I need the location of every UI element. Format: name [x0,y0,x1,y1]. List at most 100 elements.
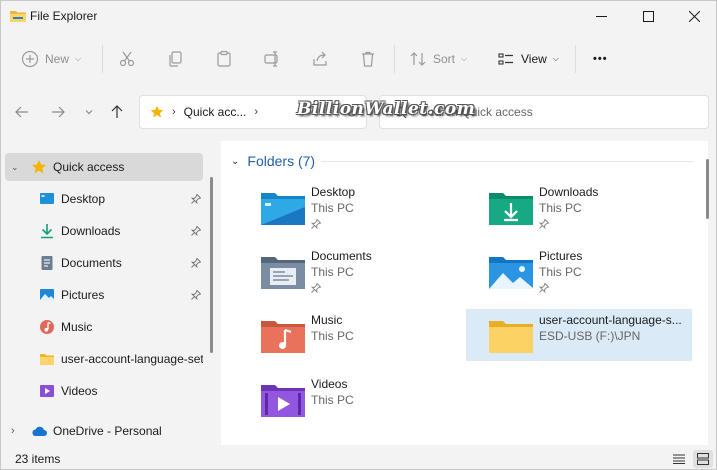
folder-location: This PC [311,329,354,343]
large-icons-view-button[interactable] [693,450,713,468]
sidebar-item-downloads[interactable]: Downloads [5,217,203,245]
sidebar-item-label: Downloads [61,224,121,238]
arrow-left-icon [15,106,28,118]
copy-button[interactable] [167,45,185,73]
folder-tile-downloads[interactable]: Downloads This PC [469,181,695,233]
sidebar-item-label: Music [61,320,93,334]
paste-icon [217,50,231,67]
paste-button[interactable] [215,45,233,73]
maximize-button[interactable] [625,1,671,31]
folder-tile-pictures[interactable]: Pictures This PC [469,245,695,297]
sidebar-item-onedrive[interactable]: › OneDrive - Personal [5,417,203,445]
divider [102,45,103,73]
navigation-pane: ⌄ Quick access Desktop Downloads Documen… [1,147,211,445]
chevron-down-icon [85,110,93,115]
group-header[interactable]: ⌄ Folders (7) [231,153,315,169]
address-location[interactable]: Quick acc... [184,105,247,119]
sidebar-item-label: Pictures [61,288,105,302]
folder-name: Pictures [539,249,583,263]
content-scrollbar[interactable] [706,159,709,219]
details-view-icon [673,454,685,464]
folder-location: This PC [311,265,354,279]
folder-tile-videos[interactable]: Videos This PC [241,373,467,425]
item-count: 23 items [15,452,61,466]
maximize-icon [642,10,654,22]
share-icon [313,51,327,66]
recent-locations-button[interactable] [78,100,100,124]
breadcrumb-separator-icon[interactable]: › [254,106,258,118]
folder-location: This PC [539,265,582,279]
pin-icon [311,219,321,229]
copy-icon [169,51,182,67]
status-bar: 23 items [1,447,716,469]
forward-button[interactable] [47,100,69,124]
folder-tile-user-account-language[interactable]: user-account-language-s... ESD-USB (F:)\… [466,309,692,361]
close-icon [688,10,700,22]
rename-button[interactable] [263,45,281,73]
pin-icon[interactable] [191,194,201,204]
sidebar-item-music[interactable]: Music [5,313,203,341]
folder-name: Music [311,313,343,327]
back-button[interactable] [11,100,33,124]
plus-circle-icon [21,50,39,68]
documents-icon [39,255,55,271]
sidebar-scrollbar[interactable] [210,177,213,353]
folder-tile-music[interactable]: Music This PC [241,309,467,361]
chevron-right-icon[interactable]: › [11,425,15,437]
file-explorer-icon [10,11,26,22]
music-folder-icon [261,317,305,353]
new-button[interactable]: New ⌵ [21,45,81,73]
music-icon [39,319,55,335]
folder-location: This PC [311,201,354,215]
trash-icon [362,51,374,67]
sort-button[interactable]: Sort ⌵ [409,45,467,73]
divider [394,45,395,73]
more-options-button[interactable]: ••• [593,45,608,73]
sidebar-item-user-account-language-set[interactable]: user-account-language-set [5,345,203,373]
download-icon [39,223,55,239]
tiles-view-icon [697,453,709,465]
chevron-down-icon: ⌵ [75,54,82,63]
pin-icon[interactable] [191,226,201,236]
yellow-folder-icon [489,317,533,353]
file-explorer-window: File Explorer New ⌵ Sort ⌵ View ⌵ ••• › … [0,0,717,470]
sidebar-item-quick-access[interactable]: ⌄ Quick access [5,153,203,181]
sidebar-item-desktop[interactable]: Desktop [5,185,203,213]
details-view-button[interactable] [669,450,689,468]
chevron-down-icon[interactable]: ⌄ [11,162,19,173]
sidebar-item-label: Documents [61,256,122,270]
arrow-right-icon [52,106,65,118]
pin-icon[interactable] [191,290,201,300]
folder-icon [39,351,55,367]
pin-icon[interactable] [191,258,201,268]
folder-tile-desktop[interactable]: Desktop This PC [241,181,467,233]
minimize-button[interactable] [578,1,624,31]
sort-icon [410,52,426,66]
cut-button[interactable] [118,45,136,73]
sidebar-item-label: Videos [61,384,98,398]
star-icon [150,105,164,118]
delete-button[interactable] [359,45,377,73]
sidebar-item-pictures[interactable]: Pictures [5,281,203,309]
documents-folder-icon [261,253,305,289]
videos-icon [39,383,55,399]
share-button[interactable] [311,45,329,73]
sidebar-item-videos[interactable]: Videos [5,377,203,405]
folder-name: Desktop [311,185,356,199]
up-button[interactable] [106,100,128,124]
folder-tile-documents[interactable]: Documents This PC [241,245,467,297]
title-bar: File Explorer [1,1,716,31]
close-button[interactable] [671,1,716,31]
group-title: Folders (7) [247,153,316,169]
chevron-down-icon[interactable]: ⌄ [231,156,239,167]
view-button[interactable]: View ⌵ [497,45,559,73]
minimize-icon [595,15,607,17]
desktop-folder-icon [261,189,305,225]
chevron-down-icon: ⌵ [552,54,559,63]
pin-icon [539,219,549,229]
sidebar-item-label: user-account-language-set [61,352,203,366]
new-label: New [45,52,70,66]
rename-icon [264,51,278,67]
sidebar-item-documents[interactable]: Documents [5,249,203,277]
group-divider [321,161,693,162]
